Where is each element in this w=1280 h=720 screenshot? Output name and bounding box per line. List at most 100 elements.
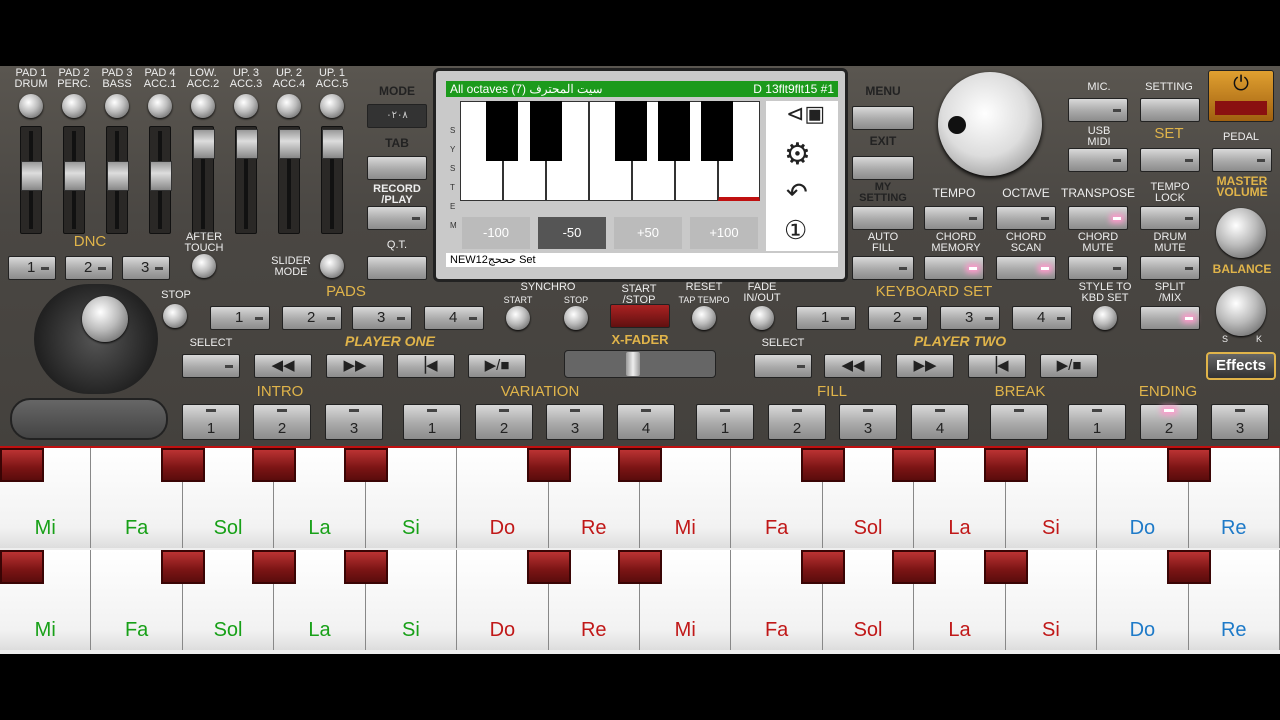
piano-black-key[interactable]	[252, 550, 297, 584]
pitch-bar[interactable]	[10, 398, 168, 440]
fill-4[interactable]: 4	[911, 404, 969, 440]
mic-button[interactable]	[1068, 98, 1128, 122]
p2-prev[interactable]: ▕◀	[968, 354, 1026, 378]
piano-black-key[interactable]	[252, 448, 297, 482]
style-to-kbd-knob[interactable]	[1093, 306, 1117, 330]
piano-black-key[interactable]	[0, 448, 44, 482]
p1-forward[interactable]: ▶▶	[326, 354, 384, 378]
slider-pad1[interactable]	[20, 126, 43, 234]
kbd-set-2[interactable]: 2	[868, 306, 928, 330]
kbd-set-4[interactable]: 4	[1012, 306, 1072, 330]
usb-midi-button[interactable]	[1068, 148, 1128, 172]
slider-up1[interactable]	[321, 126, 344, 234]
pad-knob-2[interactable]	[62, 94, 86, 118]
octave-minus-100[interactable]: -100	[462, 217, 530, 249]
my-setting-button[interactable]	[852, 206, 914, 230]
ending-3[interactable]: 3	[1211, 404, 1269, 440]
set-button[interactable]	[1140, 148, 1200, 172]
piano-black-key[interactable]	[1166, 448, 1211, 482]
balance-knob[interactable]	[1216, 286, 1266, 336]
intro-2[interactable]: 2	[253, 404, 311, 440]
pad-knob-3[interactable]	[105, 94, 129, 118]
piano-black-key[interactable]	[892, 448, 937, 482]
tempo-button[interactable]	[924, 206, 984, 230]
slider-low[interactable]	[192, 126, 215, 234]
ending-1[interactable]: 1	[1068, 404, 1126, 440]
xfader-slider[interactable]	[564, 350, 716, 378]
dnc-1[interactable]: 1	[8, 256, 56, 280]
variation-1[interactable]: 1	[403, 404, 461, 440]
pad-1[interactable]: 1	[210, 306, 270, 330]
fill-2[interactable]: 2	[768, 404, 826, 440]
pad-4[interactable]: 4	[424, 306, 484, 330]
after-touch-knob[interactable]	[192, 254, 216, 278]
dnc-2[interactable]: 2	[65, 256, 113, 280]
pad-knob-8[interactable]	[320, 94, 344, 118]
piano-keyboard-upper[interactable]: Mi Fa Sol La Si Do Re Mi Fa Sol La Si Do Re	[0, 446, 1280, 550]
fill-3[interactable]: 3	[839, 404, 897, 440]
piano-keyboard-lower[interactable]: Mi Fa Sol La Si Do Re Mi Fa Sol La Si Do Re	[0, 550, 1280, 654]
slider-up2[interactable]	[278, 126, 301, 234]
piano-black-key[interactable]	[983, 550, 1028, 584]
slider-pad4[interactable]	[149, 126, 172, 234]
p1-prev[interactable]: ▕◀	[397, 354, 455, 378]
piano-black-key[interactable]	[526, 448, 571, 482]
octave-button[interactable]	[996, 206, 1056, 230]
piano-black-key[interactable]	[0, 550, 44, 584]
piano-black-key[interactable]	[160, 448, 205, 482]
reset-knob[interactable]	[692, 306, 716, 330]
slider-up3[interactable]	[235, 126, 258, 234]
chord-mute-button[interactable]	[1068, 256, 1128, 280]
pad-knob-7[interactable]	[277, 94, 301, 118]
mode-button[interactable]: ۰۲۰۸	[367, 104, 427, 128]
intro-1[interactable]: 1	[182, 404, 240, 440]
variation-2[interactable]: 2	[475, 404, 533, 440]
fill-1[interactable]: 1	[696, 404, 754, 440]
intro-3[interactable]: 3	[325, 404, 383, 440]
dnc-3[interactable]: 3	[122, 256, 170, 280]
synchro-start-knob[interactable]	[506, 306, 530, 330]
piano-black-key[interactable]	[618, 448, 662, 482]
tab-button[interactable]	[367, 156, 427, 180]
slider-pad3[interactable]	[106, 126, 129, 234]
pad-knob-5[interactable]	[191, 94, 215, 118]
piano-black-key[interactable]	[526, 550, 571, 584]
joystick-knob[interactable]	[82, 296, 128, 342]
stop-knob[interactable]	[163, 304, 187, 328]
piano-black-key[interactable]	[1166, 550, 1211, 584]
octave-plus-50[interactable]: +50	[614, 217, 682, 249]
xfader-handle[interactable]	[626, 352, 640, 376]
fade-knob[interactable]	[750, 306, 774, 330]
pad-3[interactable]: 3	[352, 306, 412, 330]
exit-button[interactable]	[852, 156, 914, 180]
p2-rewind[interactable]: ◀◀	[824, 354, 882, 378]
mini-keyboard[interactable]	[460, 101, 760, 201]
record-play-button[interactable]	[367, 206, 427, 230]
save-icon[interactable]: ⊲▣	[786, 101, 825, 127]
kbd-set-3[interactable]: 3	[940, 306, 1000, 330]
piano-black-key[interactable]	[343, 448, 388, 482]
pedal-button[interactable]	[1212, 148, 1272, 172]
p1-select[interactable]	[182, 354, 240, 378]
p2-play[interactable]: ▶/■	[1040, 354, 1098, 378]
break-button[interactable]	[990, 404, 1048, 440]
variation-4[interactable]: 4	[617, 404, 675, 440]
ending-2[interactable]: 2	[1140, 404, 1198, 440]
power-button[interactable]: ⏻	[1208, 70, 1274, 122]
p1-play[interactable]: ▶/■	[468, 354, 526, 378]
variation-3[interactable]: 3	[546, 404, 604, 440]
octave-plus-100[interactable]: +100	[690, 217, 758, 249]
start-stop-button[interactable]	[610, 304, 670, 328]
pad-knob-6[interactable]	[234, 94, 258, 118]
octave-minus-50[interactable]: -50	[538, 217, 606, 249]
drum-mute-button[interactable]	[1140, 256, 1200, 280]
piano-black-key[interactable]	[892, 550, 937, 584]
master-volume-knob[interactable]	[1216, 208, 1266, 258]
setting-button[interactable]	[1140, 98, 1200, 122]
piano-black-key[interactable]	[160, 550, 205, 584]
chord-memory-button[interactable]	[924, 256, 984, 280]
split-mix-button[interactable]	[1140, 306, 1200, 330]
synchro-stop-knob[interactable]	[564, 306, 588, 330]
pad-knob-1[interactable]	[19, 94, 43, 118]
pad-2[interactable]: 2	[282, 306, 342, 330]
